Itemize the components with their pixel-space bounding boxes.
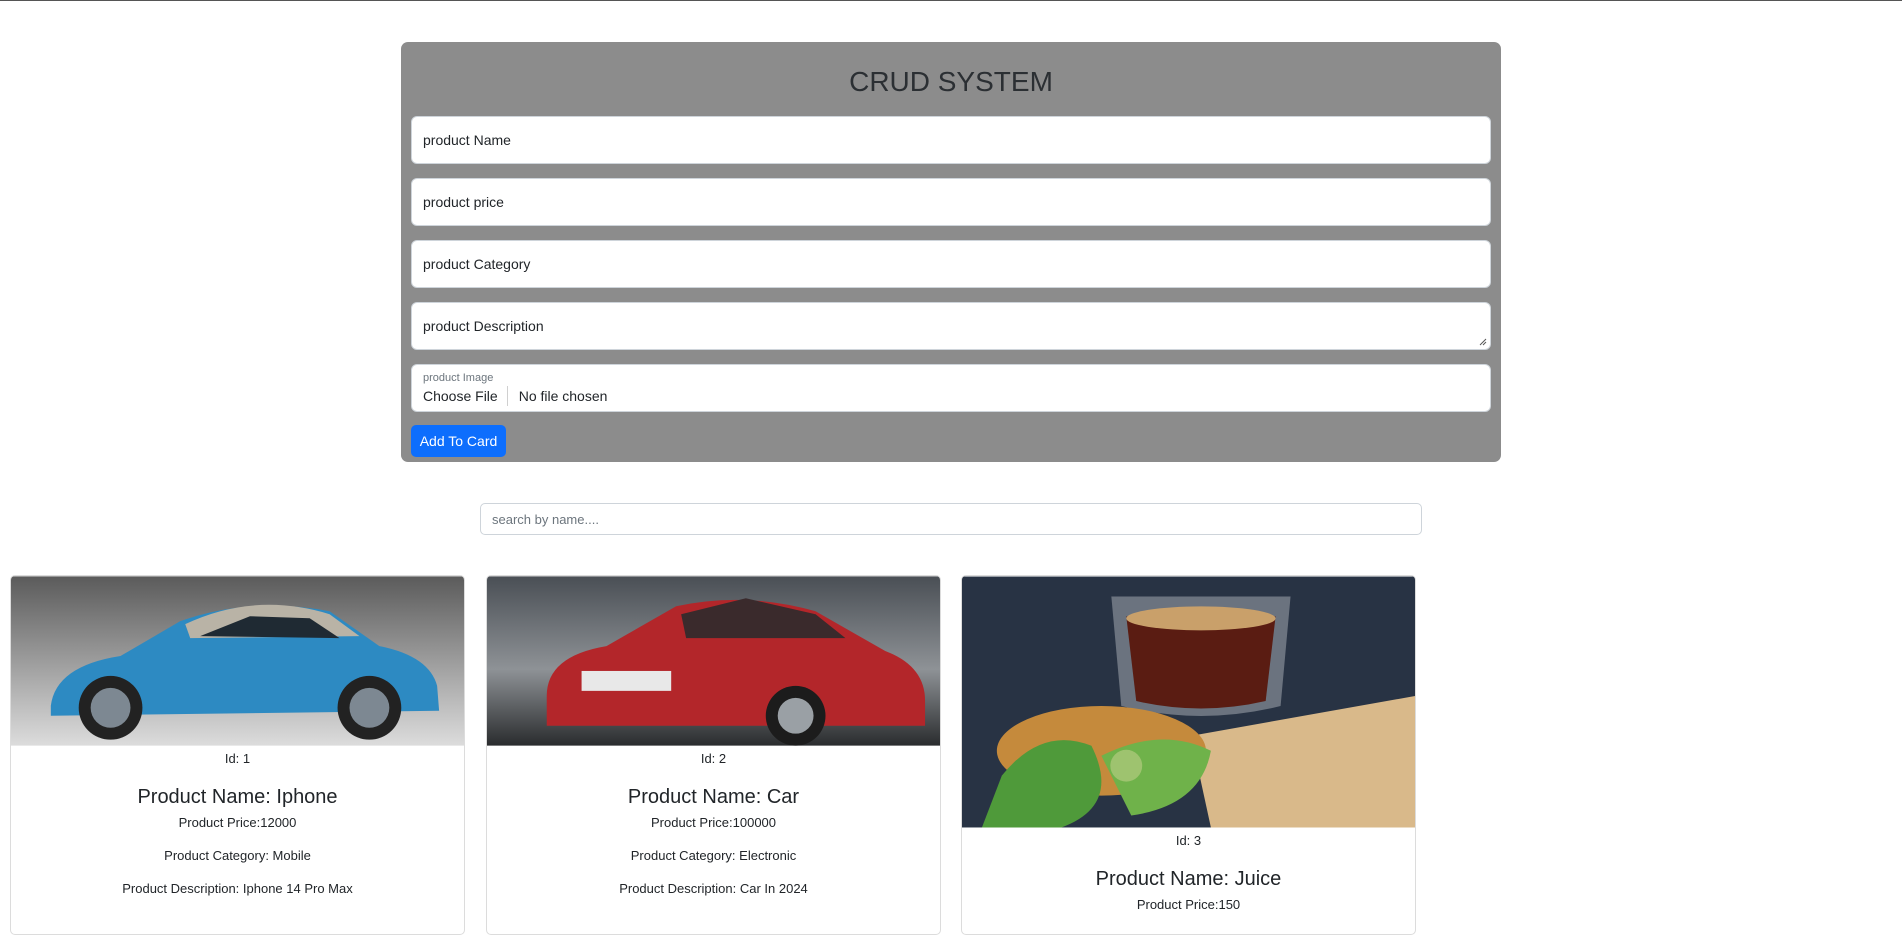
product-price: Product Price:100000 <box>650 815 777 830</box>
add-to-card-button[interactable]: Add To Card <box>411 425 506 457</box>
product-image-label: product Image <box>423 372 494 384</box>
product-price: Product Price:150 <box>1136 897 1241 912</box>
product-name: Product Name: Car <box>627 786 800 808</box>
product-image <box>962 576 1415 828</box>
product-image <box>11 576 464 746</box>
product-price-placeholder: product price <box>423 194 504 210</box>
product-category-placeholder: product Category <box>423 256 531 272</box>
product-card: Id: 1 Product Name: Iphone Product Price… <box>10 575 465 935</box>
file-status-text: No file chosen <box>518 388 608 404</box>
product-description-placeholder: product Description <box>423 318 544 334</box>
product-price-input[interactable]: product price <box>411 178 1491 226</box>
product-description-textarea[interactable]: product Description <box>411 302 1491 350</box>
crud-form-panel: CRUD SYSTEM product Name product price p… <box>401 42 1501 462</box>
form-title: CRUD SYSTEM <box>849 66 1053 97</box>
search-input[interactable]: search by name.... <box>480 503 1422 535</box>
product-price: Product Price:12000 <box>178 815 297 830</box>
choose-file-button[interactable]: Choose File <box>423 386 508 406</box>
resize-grip-icon[interactable] <box>1479 338 1487 346</box>
product-description: Product Description: Car In 2024 <box>619 881 808 896</box>
product-id: Id: 2 <box>700 751 727 766</box>
product-card: Id: 2 Product Name: Car Product Price:10… <box>486 575 941 935</box>
search-placeholder: search by name.... <box>492 511 599 527</box>
product-category: Product Category: Mobile <box>164 848 311 863</box>
product-description: Product Description: Iphone 14 Pro Max <box>122 881 353 896</box>
product-category-input[interactable]: product Category <box>411 240 1491 288</box>
product-id: Id: 1 <box>224 751 251 766</box>
product-category: Product Category: Electronic <box>630 848 797 863</box>
product-name: Product Name: Iphone <box>137 786 338 808</box>
product-image <box>487 576 940 746</box>
product-name-placeholder: product Name <box>423 132 511 148</box>
product-image-file-input[interactable]: product Image Choose File No file chosen <box>411 364 1491 412</box>
file-picker-row: Choose File No file chosen <box>423 386 1490 406</box>
product-name: Product Name: Juice <box>1095 868 1282 890</box>
product-id: Id: 3 <box>1175 833 1202 848</box>
product-name-input[interactable]: product Name <box>411 116 1491 164</box>
product-card: Id: 3 Product Name: Juice Product Price:… <box>961 575 1416 935</box>
